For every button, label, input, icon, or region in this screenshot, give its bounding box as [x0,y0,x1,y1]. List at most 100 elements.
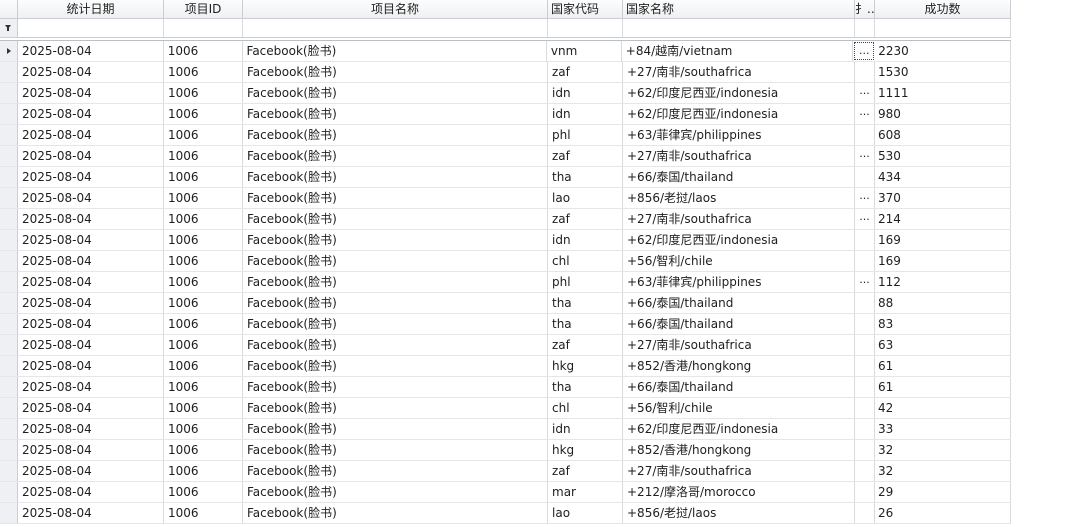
cell-country-code[interactable]: chl [548,251,623,271]
cell-country-code[interactable]: lao [548,503,623,523]
cell-ellipsis[interactable] [855,230,875,250]
table-row[interactable]: 2025-08-04 1006 Facebook(脸书) phl +63/菲律宾/phi… [0,272,1011,293]
cell-success-count[interactable]: 112 [875,272,1011,292]
table-row[interactable]: 2025-08-04 1006 Facebook(脸书) tha +66/泰国/thai… [0,293,1011,314]
table-row[interactable]: 2025-08-04 1006 Facebook(脸书) lao +856/老挝/lao… [0,503,1011,524]
cell-project-name[interactable]: Facebook(脸书) [243,461,548,481]
cell-project-name[interactable]: Facebook(脸书) [243,167,548,187]
cell-ellipsis[interactable] [855,335,875,355]
cell-project-name[interactable]: Facebook(脸书) [243,272,548,292]
cell-project-name[interactable]: Facebook(脸书) [243,104,548,124]
table-row[interactable]: 2025-08-04 1006 Facebook(脸书) idn +62/印度尼西亚/i… [0,83,1011,104]
cell-ellipsis[interactable]: ... [855,146,875,166]
cell-project-name[interactable]: Facebook(脸书) [243,146,548,166]
cell-project-name[interactable]: Facebook(脸书) [243,503,548,523]
cell-project-id[interactable]: 1006 [164,125,243,145]
filter-cell-project-name[interactable] [243,19,548,37]
cell-project-id[interactable]: 1006 [164,314,243,334]
cell-country-code[interactable]: phl [548,125,623,145]
cell-country-code[interactable]: idn [548,230,623,250]
row-indicator[interactable] [0,377,18,397]
cell-country-code[interactable]: mar [548,482,623,502]
cell-country-code[interactable]: zaf [548,209,623,229]
cell-date[interactable]: 2025-08-04 [18,377,164,397]
cell-country-name[interactable]: +66/泰国/thailand [623,377,855,397]
cell-date[interactable]: 2025-08-04 [18,503,164,523]
cell-project-name[interactable]: Facebook(脸书) [243,398,548,418]
cell-success-count[interactable]: 29 [875,482,1011,502]
cell-country-code[interactable]: chl [548,398,623,418]
cell-ellipsis[interactable] [855,440,875,460]
filter-cell-truncated[interactable] [855,19,875,37]
cell-ellipsis[interactable]: ... [855,104,875,124]
table-row[interactable]: 2025-08-04 1006 Facebook(脸书) lao +856/老挝/lao… [0,188,1011,209]
cell-ellipsis[interactable] [855,419,875,439]
cell-country-code[interactable]: vnm [547,41,622,61]
cell-ellipsis[interactable] [855,482,875,502]
cell-success-count[interactable]: 169 [875,230,1011,250]
cell-country-code[interactable]: tha [548,293,623,313]
cell-date[interactable]: 2025-08-04 [18,356,164,376]
row-indicator[interactable] [0,83,18,103]
cell-date[interactable]: 2025-08-04 [18,125,164,145]
cell-ellipsis[interactable] [855,251,875,271]
cell-country-name[interactable]: +27/南非/southafrica [623,146,855,166]
cell-date[interactable]: 2025-08-04 [18,293,164,313]
cell-project-name[interactable]: Facebook(脸书) [243,419,548,439]
cell-country-name[interactable]: +84/越南/vietnam [622,41,854,61]
cell-date[interactable]: 2025-08-04 [18,62,164,82]
cell-date[interactable]: 2025-08-04 [18,83,164,103]
table-row[interactable]: 2025-08-04 1006 Facebook(脸书) zaf +27/南非/sout… [0,461,1011,482]
cell-success-count[interactable]: 63 [875,335,1011,355]
column-header-country-code[interactable]: 国家代码 [548,0,623,18]
cell-project-name[interactable]: Facebook(脸书) [243,314,548,334]
table-row[interactable]: 2025-08-04 1006 Facebook(脸书) hkg +852/香港/hon… [0,440,1011,461]
cell-date[interactable]: 2025-08-04 [18,482,164,502]
cell-country-name[interactable]: +66/泰国/thailand [623,314,855,334]
cell-country-name[interactable]: +62/印度尼西亚/indonesia [623,419,855,439]
row-indicator[interactable] [0,41,18,61]
cell-country-code[interactable]: zaf [548,146,623,166]
cell-country-name[interactable]: +27/南非/southafrica [623,335,855,355]
cell-success-count[interactable]: 530 [875,146,1011,166]
cell-success-count[interactable]: 2230 [875,41,1012,61]
cell-project-id[interactable]: 1006 [164,293,243,313]
cell-project-id[interactable]: 1006 [164,440,243,460]
cell-country-name[interactable]: +62/印度尼西亚/indonesia [623,230,855,250]
cell-project-id[interactable]: 1006 [164,62,243,82]
cell-project-id[interactable]: 1006 [164,398,243,418]
filter-cell-date[interactable] [18,19,164,37]
cell-project-name[interactable]: Facebook(脸书) [243,482,548,502]
cell-date[interactable]: 2025-08-04 [18,335,164,355]
cell-date[interactable]: 2025-08-04 [18,41,164,61]
cell-country-name[interactable]: +63/菲律宾/philippines [623,125,855,145]
row-indicator[interactable] [0,440,18,460]
row-indicator[interactable] [0,167,18,187]
row-indicator[interactable] [0,356,18,376]
cell-ellipsis[interactable]: ... [855,188,875,208]
cell-ellipsis[interactable] [855,167,875,187]
cell-country-name[interactable]: +856/老挝/laos [623,188,855,208]
table-row[interactable]: 2025-08-04 1006 Facebook(脸书) mar +212/摩洛哥/mo… [0,482,1011,503]
cell-country-name[interactable]: +66/泰国/thailand [623,293,855,313]
table-row[interactable]: 2025-08-04 1006 Facebook(脸书) tha +66/泰国/thai… [0,167,1011,188]
row-indicator[interactable] [0,272,18,292]
cell-project-name[interactable]: Facebook(脸书) [243,125,548,145]
column-header-country-name[interactable]: 国家名称 [623,0,855,18]
cell-success-count[interactable]: 61 [875,356,1011,376]
cell-country-name[interactable]: +212/摩洛哥/morocco [623,482,855,502]
row-indicator[interactable] [0,398,18,418]
cell-project-id[interactable]: 1006 [164,83,243,103]
cell-project-id[interactable]: 1006 [164,209,243,229]
cell-project-name[interactable]: Facebook(脸书) [243,188,548,208]
cell-success-count[interactable]: 88 [875,293,1011,313]
cell-date[interactable]: 2025-08-04 [18,419,164,439]
cell-project-name[interactable]: Facebook(脸书) [243,209,548,229]
cell-project-id[interactable]: 1006 [164,482,243,502]
cell-ellipsis[interactable]: ... [855,272,875,292]
cell-ellipsis[interactable] [855,314,875,334]
cell-project-name[interactable]: Facebook(脸书) [243,251,548,271]
row-indicator[interactable] [0,125,18,145]
cell-ellipsis[interactable]: ... [855,209,875,229]
row-indicator[interactable] [0,104,18,124]
